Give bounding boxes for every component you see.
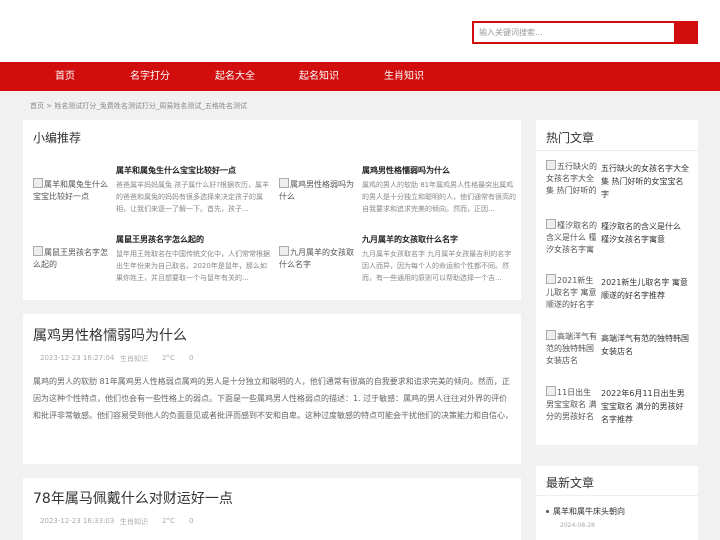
- hot-article-link[interactable]: 2022年6月11日出生男宝宝取名 满分的男孩好名字推荐: [601, 387, 691, 426]
- main-nav: 首页 名字打分 起名大全 起名知识 生肖知识: [0, 62, 720, 91]
- search-box: [472, 21, 698, 44]
- broken-image-icon: [546, 274, 556, 284]
- article-category[interactable]: 生肖知识: [120, 517, 148, 527]
- hot-article-link[interactable]: 2021新生儿取名字 寓意顺遂的好名字推荐: [601, 276, 691, 302]
- image-alt-text: 属鼠王男孩名字怎么起的: [33, 248, 108, 269]
- recommend-item-title-3[interactable]: 属鼠王男孩名字怎么起的: [116, 234, 204, 245]
- divider: [536, 150, 698, 151]
- nav-name-score[interactable]: 名字打分: [130, 62, 170, 91]
- latest-article-date: 2024-08-28: [560, 522, 595, 529]
- article-temperature: 2°C: [162, 517, 175, 525]
- article-title[interactable]: 78年属马佩戴什么对财运好一点: [33, 488, 233, 508]
- broken-image-icon: [33, 178, 43, 188]
- recommend-item-summary-3: 鼠年用王姓取名在中国传统文化中，人们常常根据出生年份来为自己取名。2020年是鼠…: [116, 250, 270, 282]
- article-count: 0: [189, 354, 194, 362]
- recommend-item-summary-2: 属鸡的男人的软肋 81年属鸡男人性格最突出属鸡的男人是十分独立和聪明的人，他们通…: [362, 181, 516, 213]
- latest-article-link[interactable]: 属羊和属牛床头朝向: [553, 506, 625, 517]
- search-input[interactable]: [474, 23, 674, 42]
- recommend-image-2[interactable]: 属鸡男性格弱吗为什么: [279, 178, 357, 218]
- recommend-item-title-4[interactable]: 九月属羊的女孩取什么名字: [362, 234, 458, 245]
- divider: [536, 495, 698, 496]
- recommend-image-4[interactable]: 九月属羊的女孩取什么名字: [279, 246, 357, 286]
- nav-naming-knowledge[interactable]: 起名知识: [299, 62, 339, 91]
- broken-image-icon: [546, 219, 556, 229]
- hot-article-image[interactable]: 高端洋气有范的独特韩国女装店名: [546, 330, 598, 366]
- nav-zodiac-knowledge[interactable]: 生肖知识: [384, 62, 424, 91]
- search-button[interactable]: [674, 23, 696, 42]
- article-temperature: 2°C: [162, 354, 175, 362]
- recommend-item-title-2[interactable]: 属鸡男性格懦弱吗为什么: [362, 165, 450, 176]
- bullet-icon: [546, 510, 549, 513]
- article-title[interactable]: 属鸡男性格懦弱吗为什么: [33, 325, 187, 345]
- recommend-title: 小编推荐: [33, 131, 82, 145]
- broken-image-icon: [279, 178, 289, 188]
- hot-article-image[interactable]: 槿汐取名的含义是什么 槿汐女孩名字寓意: [546, 219, 598, 255]
- article-excerpt: 属鸡的男人的软肋 81年属鸡男人性格弱点属鸡的男人是十分独立和聪明的人，他们通常…: [33, 377, 513, 420]
- image-alt-text: 属鸡男性格弱吗为什么: [279, 180, 354, 201]
- broken-image-icon: [33, 246, 43, 256]
- hot-article-link[interactable]: 槿汐取名的含义是什么 槿汐女孩名字寓意: [601, 220, 691, 246]
- recommend-image-1[interactable]: 属羊和属兔生什么宝宝比较好一点: [33, 178, 111, 218]
- hot-articles-title: 热门文章: [546, 131, 595, 145]
- hot-article-image[interactable]: 11日出生男宝宝取名 满分的男孩好名字: [546, 386, 598, 422]
- latest-articles-title: 最新文章: [546, 476, 595, 490]
- broken-image-icon: [546, 160, 556, 170]
- recommend-image-3[interactable]: 属鼠王男孩名字怎么起的: [33, 246, 111, 286]
- image-alt-text: 属羊和属兔生什么宝宝比较好一点: [33, 180, 108, 201]
- recommend-item-title-1[interactable]: 属羊和属兔生什么宝宝比较好一点: [116, 165, 236, 176]
- article-date: 2023-12-23 16:27:04: [40, 354, 115, 362]
- article-count: 0: [189, 517, 194, 525]
- hot-article-image[interactable]: 2021新生儿取名字 寓意顺遂的好名字推荐: [546, 274, 598, 310]
- article-date: 2023-12-23 16:33:03: [40, 517, 115, 525]
- broken-image-icon: [546, 386, 556, 396]
- recommend-item-summary-4: 九月属羊女孩取名字 九月属羊女孩最吉利的名字因人而异，因为每个人的命运和个性都不…: [362, 250, 512, 282]
- hot-article-link[interactable]: 高端洋气有范的独特韩国女装店名: [601, 332, 691, 358]
- hot-article-image[interactable]: 五行缺火的女孩名字大全集 热门好听的女宝宝名字: [546, 160, 598, 196]
- recommend-item-summary-1: 爸爸属羊妈妈属兔 孩子属什么好?根据农历，属羊的爸爸和属兔的妈妈有很多选择来决定…: [116, 181, 269, 213]
- article-category[interactable]: 生肖知识: [120, 354, 148, 364]
- hot-article-link[interactable]: 五行缺火的女孩名字大全集 热门好听的女宝宝名字: [601, 162, 691, 201]
- nav-home[interactable]: 首页: [55, 62, 75, 91]
- broken-image-icon: [546, 330, 556, 340]
- image-alt-text: 九月属羊的女孩取什么名字: [279, 248, 354, 269]
- broken-image-icon: [279, 246, 289, 256]
- breadcrumb[interactable]: 首页 > 姓名测试打分_免费姓名测试打分_周易姓名测试_五格姓名测试: [30, 101, 247, 111]
- nav-naming[interactable]: 起名大全: [215, 62, 255, 91]
- header: [0, 0, 720, 62]
